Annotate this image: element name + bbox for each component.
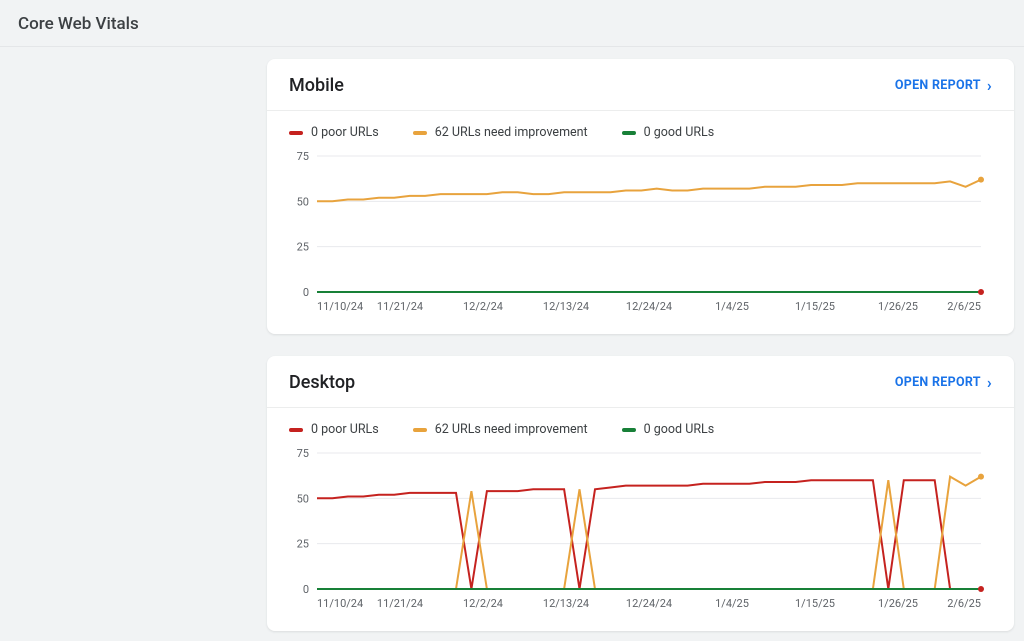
legend-label-poor: 0 poor URLs	[311, 125, 379, 140]
svg-text:12/24/24: 12/24/24	[626, 597, 672, 610]
content-area: Mobile OPEN REPORT › 0 poor URLs 62 URLs…	[0, 47, 1024, 631]
svg-text:11/10/24: 11/10/24	[317, 300, 363, 313]
svg-text:0: 0	[303, 583, 309, 596]
legend-swatch-needs	[413, 428, 427, 432]
open-report-button[interactable]: OPEN REPORT ›	[895, 375, 992, 391]
svg-text:12/2/24: 12/2/24	[463, 597, 503, 610]
mobile-chart: 0 25 50 75 11/10/24 11/21/24 12/2/24 12/13/24 12…	[267, 144, 1014, 334]
svg-text:50: 50	[297, 492, 309, 505]
svg-text:1/4/25: 1/4/25	[715, 300, 749, 313]
svg-text:50: 50	[297, 195, 309, 208]
svg-text:12/13/24: 12/13/24	[543, 597, 589, 610]
svg-text:11/21/24: 11/21/24	[377, 300, 423, 313]
open-report-button[interactable]: OPEN REPORT ›	[895, 78, 992, 94]
open-report-label: OPEN REPORT	[895, 375, 981, 390]
legend-item-needs: 62 URLs need improvement	[413, 422, 588, 437]
open-report-label: OPEN REPORT	[895, 78, 981, 93]
legend-swatch-needs	[413, 131, 427, 135]
legend-swatch-poor	[289, 428, 303, 432]
mobile-legend: 0 poor URLs 62 URLs need improvement 0 g…	[267, 111, 1014, 144]
legend-item-poor: 0 poor URLs	[289, 125, 379, 140]
svg-text:25: 25	[297, 241, 309, 254]
desktop-chart: 0 25 50 75 11/10/24 11/21/24 12/2/24 12/13/24 12…	[267, 441, 1014, 631]
mobile-card-title: Mobile	[289, 75, 344, 96]
svg-text:1/15/25: 1/15/25	[795, 597, 835, 610]
svg-text:1/4/25: 1/4/25	[715, 597, 749, 610]
page-title: Core Web Vitals	[0, 0, 1024, 47]
svg-text:75: 75	[297, 447, 309, 460]
svg-text:1/15/25: 1/15/25	[795, 300, 835, 313]
legend-item-needs: 62 URLs need improvement	[413, 125, 588, 140]
svg-text:1/26/25: 1/26/25	[878, 300, 918, 313]
mobile-card: Mobile OPEN REPORT › 0 poor URLs 62 URLs…	[267, 59, 1014, 334]
mobile-card-header: Mobile OPEN REPORT ›	[267, 59, 1014, 111]
desktop-card: Desktop OPEN REPORT › 0 poor URLs 62 URL…	[267, 356, 1014, 631]
desktop-card-header: Desktop OPEN REPORT ›	[267, 356, 1014, 408]
legend-swatch-good	[622, 131, 636, 135]
svg-text:11/21/24: 11/21/24	[377, 597, 423, 610]
svg-text:0: 0	[303, 286, 309, 299]
desktop-legend: 0 poor URLs 62 URLs need improvement 0 g…	[267, 408, 1014, 441]
legend-label-needs: 62 URLs need improvement	[435, 422, 588, 437]
svg-text:2/6/25: 2/6/25	[947, 300, 981, 313]
svg-text:1/26/25: 1/26/25	[878, 597, 918, 610]
desktop-card-title: Desktop	[289, 372, 355, 393]
svg-text:2/6/25: 2/6/25	[947, 597, 981, 610]
legend-label-good: 0 good URLs	[644, 125, 715, 140]
legend-label-good: 0 good URLs	[644, 422, 715, 437]
svg-text:12/24/24: 12/24/24	[626, 300, 672, 313]
legend-swatch-good	[622, 428, 636, 432]
legend-label-needs: 62 URLs need improvement	[435, 125, 588, 140]
legend-item-good: 0 good URLs	[622, 125, 715, 140]
svg-text:25: 25	[297, 538, 309, 551]
legend-item-good: 0 good URLs	[622, 422, 715, 437]
svg-text:12/13/24: 12/13/24	[543, 300, 589, 313]
chevron-right-icon: ›	[987, 375, 992, 391]
svg-text:75: 75	[297, 150, 309, 163]
chevron-right-icon: ›	[987, 78, 992, 94]
svg-text:11/10/24: 11/10/24	[317, 597, 363, 610]
legend-swatch-poor	[289, 131, 303, 135]
legend-item-poor: 0 poor URLs	[289, 422, 379, 437]
svg-text:12/2/24: 12/2/24	[463, 300, 503, 313]
legend-label-poor: 0 poor URLs	[311, 422, 379, 437]
